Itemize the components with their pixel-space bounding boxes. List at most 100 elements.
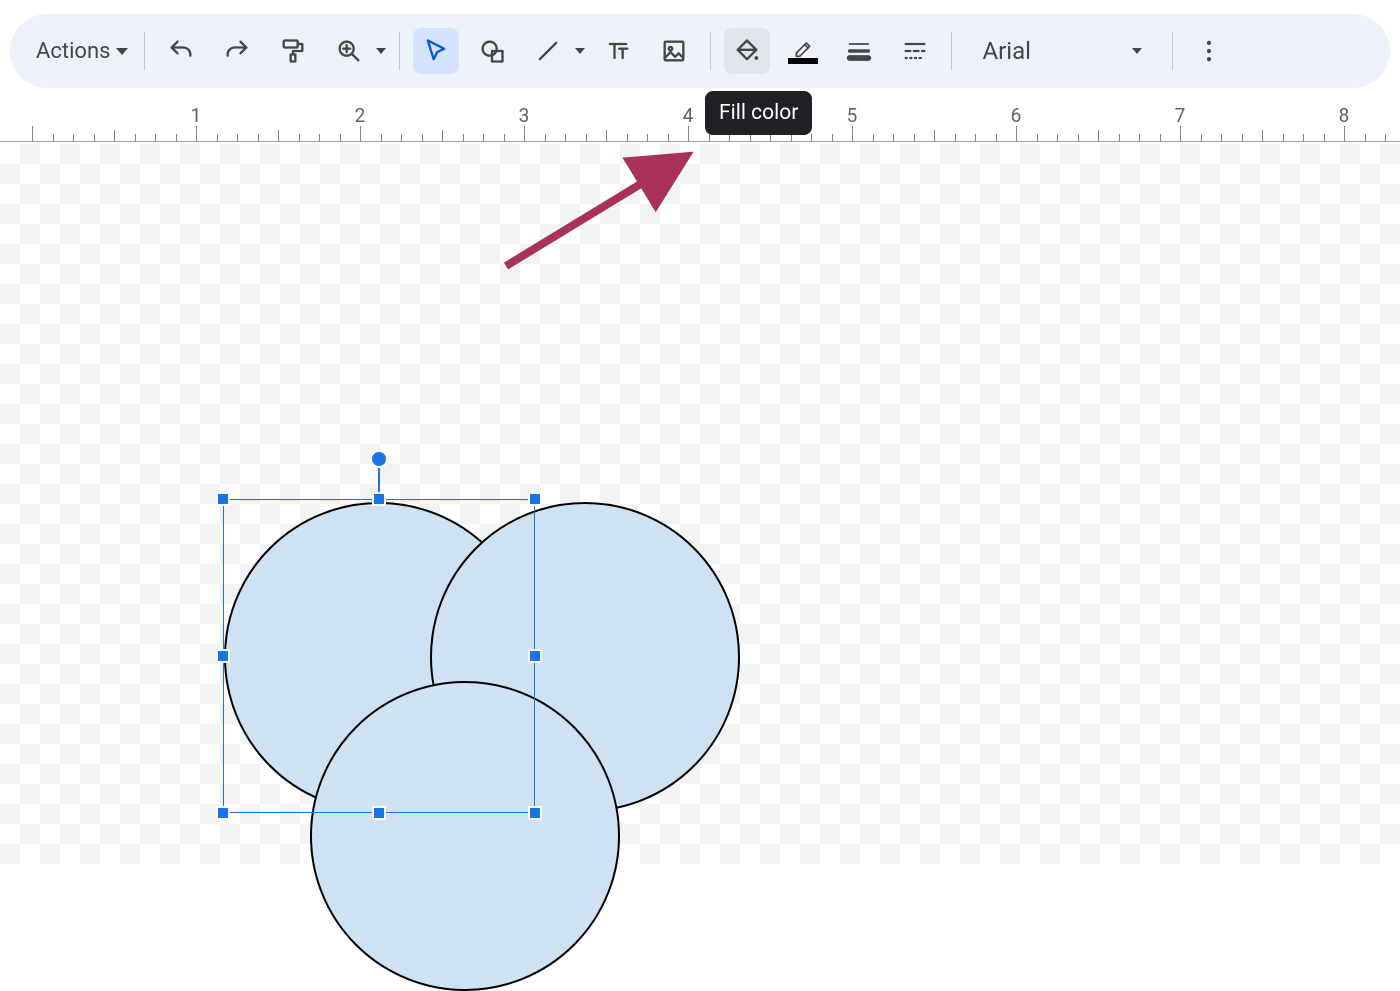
more-vertical-icon: [1195, 37, 1223, 65]
toolbar-separator: [951, 32, 952, 70]
paint-roller-icon: [279, 37, 307, 65]
ruler-tick: [586, 134, 587, 142]
font-family-label: Arial: [982, 37, 1031, 65]
ruler-tick: [811, 134, 812, 142]
ruler-number: 8: [1339, 104, 1350, 127]
ruler-tick: [1365, 134, 1366, 142]
ruler-tick: [135, 134, 136, 142]
ruler-number: 3: [519, 104, 530, 127]
toolbar-separator: [144, 32, 145, 70]
caret-down-icon: [575, 48, 585, 54]
ruler-tick: [217, 134, 218, 142]
shape-tool-button[interactable]: [469, 28, 515, 74]
drawing-canvas[interactable]: [0, 144, 1400, 864]
tooltip: Fill color: [705, 91, 812, 135]
cursor-icon: [422, 37, 450, 65]
ruler-tick: [1037, 134, 1038, 142]
resize-handle-nw[interactable]: [216, 492, 230, 506]
ruler-number: 1: [191, 104, 202, 127]
toolbar-separator: [399, 32, 400, 70]
ruler-tick: [709, 134, 710, 142]
circle-shape[interactable]: [310, 681, 620, 991]
ruler-tick: [401, 134, 402, 142]
fill-color-button[interactable]: [724, 28, 770, 74]
border-color-button[interactable]: [780, 28, 826, 74]
ruler-tick: [1180, 126, 1181, 142]
line-icon-wrap: [525, 28, 571, 74]
rotation-handle[interactable]: [370, 450, 388, 468]
redo-button[interactable]: [214, 28, 260, 74]
line-icon: [534, 37, 562, 65]
ruler-tick: [873, 134, 874, 142]
more-tools-button[interactable]: [1186, 28, 1232, 74]
ruler-tick: [729, 134, 730, 142]
ruler-tick: [996, 134, 997, 142]
ruler-tick: [381, 134, 382, 142]
ruler-tick: [1139, 134, 1140, 142]
ruler-tick: [114, 130, 115, 142]
ruler-tick: [955, 134, 956, 142]
ruler-tick: [94, 134, 95, 142]
ruler-tick: [1098, 130, 1099, 142]
resize-handle-sw[interactable]: [216, 806, 230, 820]
ruler-tick: [750, 134, 751, 142]
zoom-button[interactable]: [326, 28, 386, 74]
ruler-tick: [237, 134, 238, 142]
ruler-tick: [1201, 134, 1202, 142]
ruler-number: 2: [355, 104, 366, 127]
ruler-tick: [1078, 134, 1079, 142]
shape-icon: [478, 37, 506, 65]
toolbar: Actions: [10, 14, 1390, 88]
ruler-tick: [422, 134, 423, 142]
ruler-tick: [340, 134, 341, 142]
ruler-tick: [360, 126, 361, 142]
ruler-tick: [688, 126, 689, 142]
line-tool-button[interactable]: [525, 28, 585, 74]
tooltip-label: Fill color: [719, 101, 798, 125]
text-icon: [604, 37, 632, 65]
ruler-number: 7: [1175, 104, 1186, 127]
toolbar-separator: [1172, 32, 1173, 70]
ruler-tick: [155, 134, 156, 142]
ruler-tick: [504, 134, 505, 142]
ruler-tick: [565, 134, 566, 142]
actions-menu-button[interactable]: Actions: [28, 33, 136, 70]
ruler-tick: [73, 134, 74, 142]
ruler-tick: [647, 134, 648, 142]
toolbar-separator: [710, 32, 711, 70]
ruler-tick: [1221, 134, 1222, 142]
border-weight-button[interactable]: [836, 28, 882, 74]
resize-handle-ne[interactable]: [528, 492, 542, 506]
border-color-swatch: [788, 58, 818, 64]
ruler-tick: [1262, 130, 1263, 142]
ruler-tick: [1016, 126, 1017, 142]
ruler-tick: [1242, 134, 1243, 142]
horizontal-ruler: 12345678: [0, 104, 1400, 144]
ruler-tick: [442, 130, 443, 142]
annotation-arrow: [500, 146, 700, 276]
ruler-tick: [1160, 134, 1161, 142]
border-dash-button[interactable]: [892, 28, 938, 74]
line-weight-icon: [845, 37, 873, 65]
ruler-baseline: [0, 141, 1400, 142]
ruler-tick: [852, 126, 853, 142]
image-icon: [660, 37, 688, 65]
ruler-tick: [196, 126, 197, 142]
paint-bucket-icon: [733, 37, 761, 65]
ruler-number: 4: [683, 104, 694, 127]
ruler-tick: [278, 130, 279, 142]
font-family-button[interactable]: Arial: [968, 28, 1156, 74]
caret-down-icon: [116, 48, 128, 55]
zoom-icon: [335, 37, 363, 65]
pen-icon-wrap: [788, 38, 818, 64]
zoom-icon-wrap: [326, 28, 372, 74]
insert-image-button[interactable]: [651, 28, 697, 74]
select-tool-button[interactable]: [413, 28, 459, 74]
ruler-tick: [893, 134, 894, 142]
textbox-tool-button[interactable]: [595, 28, 641, 74]
ruler-tick: [176, 134, 177, 142]
undo-button[interactable]: [158, 28, 204, 74]
line-dash-icon: [901, 37, 929, 65]
ruler-tick: [975, 134, 976, 142]
paint-format-button[interactable]: [270, 28, 316, 74]
